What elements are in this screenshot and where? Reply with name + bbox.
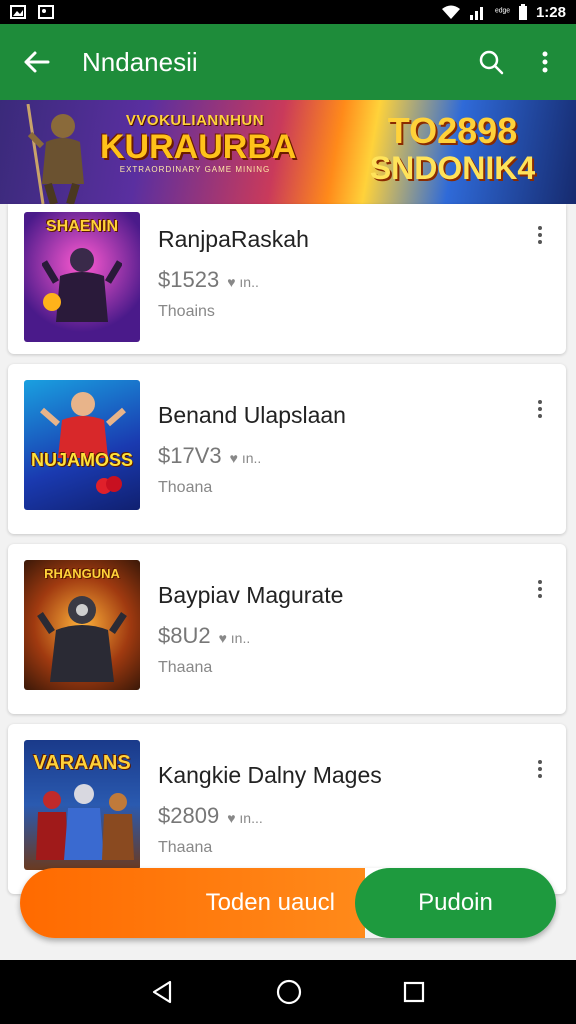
product-name: RanjpaRaskah xyxy=(158,226,309,252)
thumbnail-title: SHAENIN xyxy=(45,218,118,235)
character-art-icon xyxy=(36,784,134,860)
back-button[interactable] xyxy=(0,24,72,100)
gallery-notification-icon xyxy=(10,5,26,19)
gem-icon xyxy=(96,476,122,494)
product-subtitle: Thaana xyxy=(158,659,213,676)
product-extra: ♥ ın.. xyxy=(218,630,251,646)
product-thumbnail: RHANGUNA xyxy=(24,560,140,690)
product-extra: ♥ ın.. xyxy=(229,450,262,466)
nav-home-icon[interactable] xyxy=(275,978,303,1006)
cta-left-button[interactable]: Toden uaucl xyxy=(20,868,365,938)
product-list: SHAENIN RanjpaRaskah $1523 ♥ ın.. Thoains… xyxy=(8,204,568,904)
overflow-menu-button[interactable] xyxy=(518,24,572,100)
product-name: Baypiav Magurate xyxy=(158,582,344,608)
item-overflow-button[interactable] xyxy=(528,754,552,784)
wifi-icon xyxy=(441,5,460,19)
system-nav-bar xyxy=(0,960,576,1024)
arrow-left-icon xyxy=(24,51,50,73)
product-extra: ♥ ın.. xyxy=(227,274,259,290)
product-price: $17V3 xyxy=(158,443,222,468)
product-thumbnail: SHAENIN xyxy=(24,212,140,342)
signal-icon xyxy=(469,7,483,20)
character-art-icon xyxy=(42,248,122,322)
item-overflow-button[interactable] xyxy=(528,394,552,424)
product-extra: ♥ ın... xyxy=(227,810,263,826)
app-bar: Nndanesii xyxy=(0,24,576,100)
promo-banner[interactable]: VVOKULIANNHUN KURAURBA EXTRAORDINARY GAM… xyxy=(0,100,576,204)
product-subtitle: Thaana xyxy=(158,839,213,856)
image-notification-icon xyxy=(38,5,54,19)
character-art-icon xyxy=(37,596,127,682)
list-item[interactable]: SHAENIN RanjpaRaskah $1523 ♥ ın.. Thoains xyxy=(8,204,566,354)
thumbnail-title: VARAANS xyxy=(33,752,131,774)
cta-right-button[interactable]: Pudoin xyxy=(355,868,556,938)
product-price: $8U2 xyxy=(158,623,211,648)
more-vertical-icon xyxy=(542,51,548,73)
banner-left-subtitle: VVOKULIANNHUN xyxy=(125,112,265,129)
list-item[interactable]: NUJAMOSS Benand Ulapslaan $17V3 ♥ ın.. Th… xyxy=(8,364,566,534)
network-label: ᵉᵈᵍᵉ xyxy=(494,6,510,18)
product-thumbnail: NUJAMOSS xyxy=(24,380,140,510)
banner-right-title: TO2898 xyxy=(387,110,518,151)
banner-right-subtitle: SNDONIK4 xyxy=(369,150,536,186)
product-subtitle: Thoana xyxy=(158,479,213,496)
battery-icon xyxy=(518,4,527,20)
nav-recents-icon[interactable] xyxy=(402,980,426,1004)
list-item[interactable]: RHANGUNA Baypiav Magurate $8U2 ♥ ın.. Tha… xyxy=(8,544,566,714)
character-art-icon xyxy=(40,392,126,458)
product-price: $2809 xyxy=(158,803,220,828)
search-button[interactable] xyxy=(464,24,518,100)
status-bar: ᵉᵈᵍᵉ 1:28 xyxy=(0,0,576,24)
product-name: Kangkie Dalny Mages xyxy=(158,762,382,788)
app-title: Nndanesii xyxy=(82,46,198,77)
product-subtitle: Thoains xyxy=(158,303,215,320)
banner-left-tag: EXTRAORDINARY GAME MINING xyxy=(119,165,271,174)
banner-warrior-image xyxy=(26,104,84,204)
thumbnail-title: NUJAMOSS xyxy=(30,450,133,470)
thumbnail-title: RHANGUNA xyxy=(44,566,120,581)
item-overflow-button[interactable] xyxy=(528,574,552,604)
search-icon xyxy=(479,50,504,75)
banner-left-title: KURAURBA xyxy=(100,128,297,166)
item-overflow-button[interactable] xyxy=(528,220,552,250)
product-thumbnail: VARAANS xyxy=(24,740,140,870)
bottom-cta-bar: Toden uaucl Pudoin xyxy=(20,868,556,938)
product-price: $1523 xyxy=(158,267,220,292)
nav-back-icon[interactable] xyxy=(150,979,176,1005)
product-name: Benand Ulapslaan xyxy=(158,402,346,428)
clock: 1:28 xyxy=(535,3,566,21)
